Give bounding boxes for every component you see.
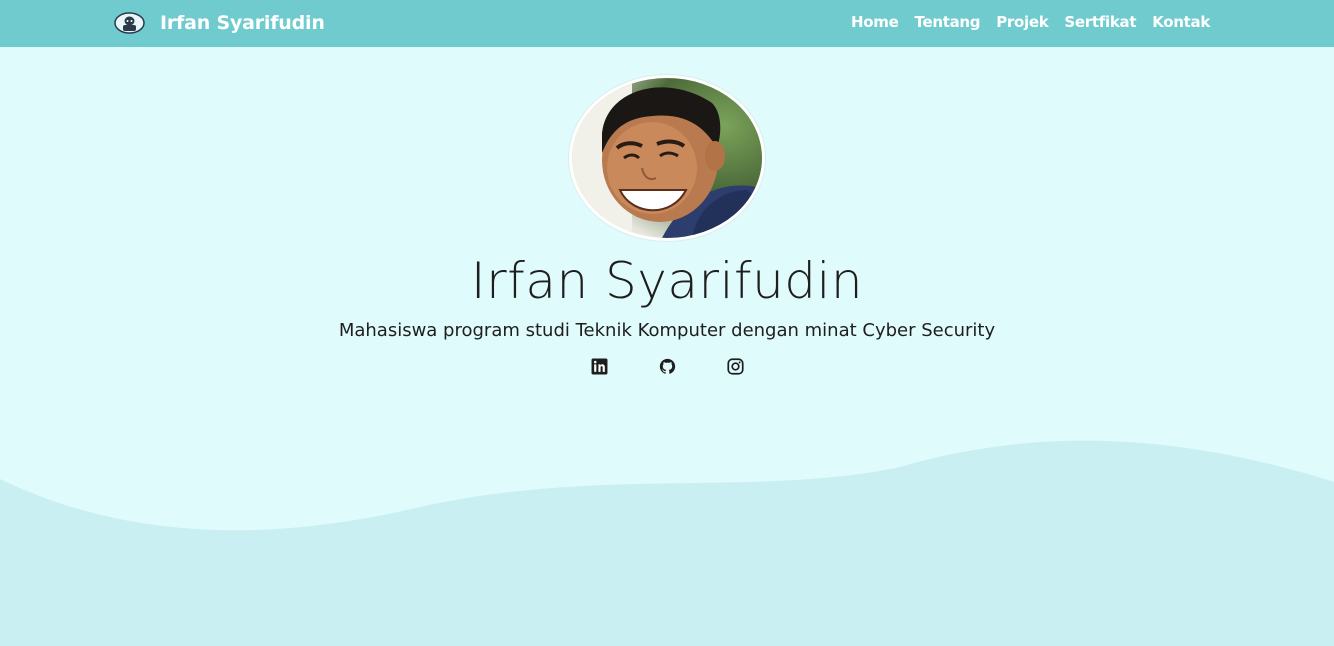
nav-menu: Home Tentang Projek Sertfikat Kontak xyxy=(835,13,1210,31)
social-links xyxy=(0,358,1334,375)
brand-logo-icon xyxy=(114,12,145,34)
nav-projek[interactable]: Projek xyxy=(996,13,1048,31)
nav-tentang[interactable]: Tentang xyxy=(915,13,981,31)
hero-name: Irfan Syarifudin xyxy=(470,252,864,310)
github-icon[interactable] xyxy=(659,358,676,375)
profile-photo xyxy=(572,78,762,238)
profile-photo-image xyxy=(572,78,762,238)
profile-photo-frame xyxy=(569,75,765,241)
hero-tagline: Mahasiswa program studi Teknik Komputer … xyxy=(338,320,996,341)
brand-link[interactable]: Irfan Syarifudin xyxy=(114,11,325,35)
navbar: Irfan Syarifudin Home Tentang Projek Ser… xyxy=(0,0,1334,47)
nav-home[interactable]: Home xyxy=(851,13,899,31)
instagram-icon[interactable] xyxy=(726,358,744,375)
wave-background xyxy=(0,440,1334,646)
linkedin-icon[interactable] xyxy=(591,358,608,375)
nav-sertifikat[interactable]: Sertfikat xyxy=(1064,13,1136,31)
brand-name: Irfan Syarifudin xyxy=(160,12,325,34)
nav-kontak[interactable]: Kontak xyxy=(1152,13,1210,31)
hero-section: Irfan Syarifudin Mahasiswa program studi… xyxy=(0,47,1334,646)
